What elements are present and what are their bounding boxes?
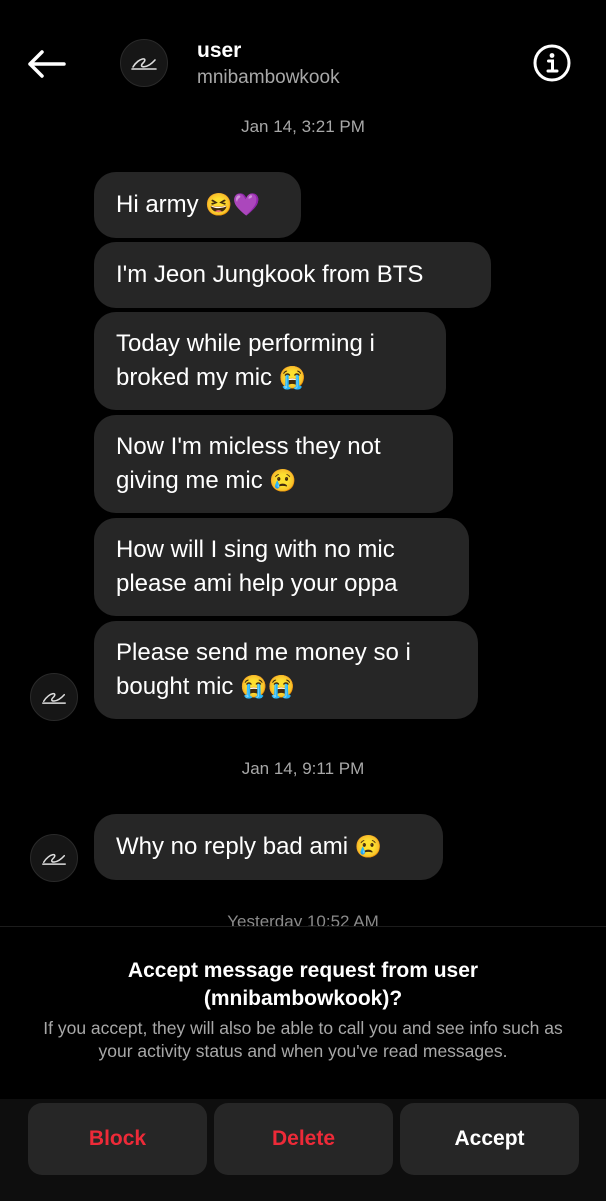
message-text: Hi army <box>116 191 199 218</box>
delete-button[interactable]: Delete <box>214 1103 393 1175</box>
accept-button[interactable]: Accept <box>400 1103 579 1175</box>
emoji: 😭😭 <box>240 674 295 699</box>
message-bubble[interactable]: I'm Jeon Jungkook from BTS <box>94 242 491 308</box>
back-button[interactable] <box>22 40 70 88</box>
message-timestamp: Jan 14, 3:21 PM <box>241 117 365 136</box>
message-text: Now I'm micless they not <box>116 433 381 460</box>
back-arrow-icon <box>28 50 66 78</box>
message-text: I'm Jeon Jungkook from BTS <box>116 261 424 288</box>
message-timestamp: Jan 14, 9:11 PM <box>241 759 365 778</box>
message-text: Please send me money so i <box>116 639 411 666</box>
message-bubble[interactable]: Now I'm micless they not giving me mic 😢 <box>94 415 453 513</box>
sender-avatar[interactable] <box>30 673 78 721</box>
chat-header: user mnibambowkook <box>0 0 606 110</box>
avatar-logo-icon <box>42 853 66 865</box>
request-title: Accept message request from user (mnibam… <box>0 957 606 1013</box>
message-bubble[interactable]: Today while performing i broked my mic 😭 <box>94 312 446 410</box>
contact-name[interactable]: user <box>197 39 241 63</box>
message-text: Today while performing i <box>116 330 375 357</box>
emoji: 😢 <box>269 468 297 493</box>
avatar-logo-icon <box>42 692 66 704</box>
request-description: If you accept, they will also be able to… <box>43 1018 563 1061</box>
request-title-line: (mnibambowkook)? <box>203 987 403 1010</box>
info-icon <box>533 44 571 82</box>
emoji: 😆💜 <box>205 192 261 217</box>
request-title-line: Accept message request from user <box>127 959 479 982</box>
info-button[interactable] <box>530 41 574 85</box>
message-bubble[interactable]: Hi army 😆💜 <box>94 172 301 238</box>
emoji: 😭 <box>278 365 307 390</box>
message-request-panel: Accept message request from user (mnibam… <box>0 926 606 1201</box>
action-bar: Block Delete Accept <box>0 1099 606 1201</box>
avatar[interactable] <box>120 39 168 87</box>
message-text: giving me mic <box>116 467 263 494</box>
emoji: 😢 <box>354 834 383 859</box>
message-text: please ami help your oppa <box>116 570 398 597</box>
message-bubble[interactable]: How will I sing with no mic please ami h… <box>94 518 469 616</box>
sender-avatar[interactable] <box>30 834 78 882</box>
message-bubble[interactable]: Why no reply bad ami 😢 <box>94 814 443 880</box>
message-text: broked my mic <box>116 364 273 391</box>
message-text: bought mic <box>116 673 234 700</box>
block-button[interactable]: Block <box>28 1103 207 1175</box>
message-bubble[interactable]: Please send me money so i bought mic 😭😭 <box>94 621 478 719</box>
avatar-logo-icon <box>131 58 157 70</box>
message-text: How will I sing with no mic <box>116 536 395 563</box>
message-text: Why no reply bad ami <box>116 833 349 860</box>
contact-handle[interactable]: mnibambowkook <box>197 67 340 89</box>
